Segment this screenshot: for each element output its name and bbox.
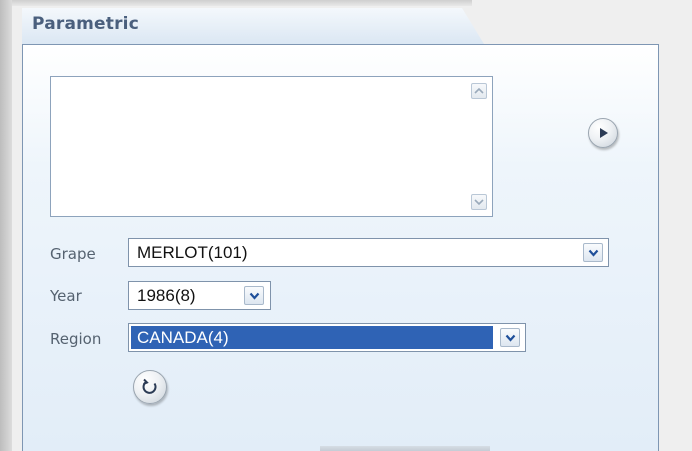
play-arrow-icon	[600, 128, 608, 138]
left-edge-bar	[0, 0, 12, 451]
parameter-listbox[interactable]	[50, 76, 493, 217]
year-select[interactable]: 1986(8)	[128, 281, 271, 310]
chevron-down-icon	[588, 249, 598, 257]
go-button[interactable]	[588, 118, 618, 148]
year-value: 1986(8)	[137, 286, 196, 305]
refresh-button[interactable]	[133, 370, 167, 404]
region-label: Region	[50, 330, 102, 348]
parametric-page: Parametric Grape MERLOT(101) Year 1986(8…	[0, 0, 692, 451]
chevron-down-icon	[505, 334, 515, 342]
region-value: CANADA(4)	[137, 328, 229, 347]
region-select[interactable]: CANADA(4)	[128, 323, 526, 352]
grape-dropdown-button[interactable]	[583, 243, 603, 262]
chevron-down-icon	[474, 199, 484, 206]
refresh-icon	[142, 378, 157, 394]
scroll-up-button[interactable]	[471, 83, 487, 99]
year-label: Year	[50, 287, 82, 305]
top-rule	[12, 0, 472, 6]
grape-select[interactable]: MERLOT(101)	[128, 238, 609, 267]
chevron-up-icon	[474, 87, 484, 94]
bottom-strip	[320, 446, 490, 451]
year-dropdown-button[interactable]	[244, 286, 264, 305]
panel-title: Parametric	[32, 14, 139, 34]
scroll-down-button[interactable]	[471, 194, 487, 210]
grape-value: MERLOT(101)	[137, 243, 248, 262]
grape-label: Grape	[50, 245, 96, 263]
region-dropdown-button[interactable]	[500, 328, 520, 347]
chevron-down-icon	[249, 292, 259, 300]
